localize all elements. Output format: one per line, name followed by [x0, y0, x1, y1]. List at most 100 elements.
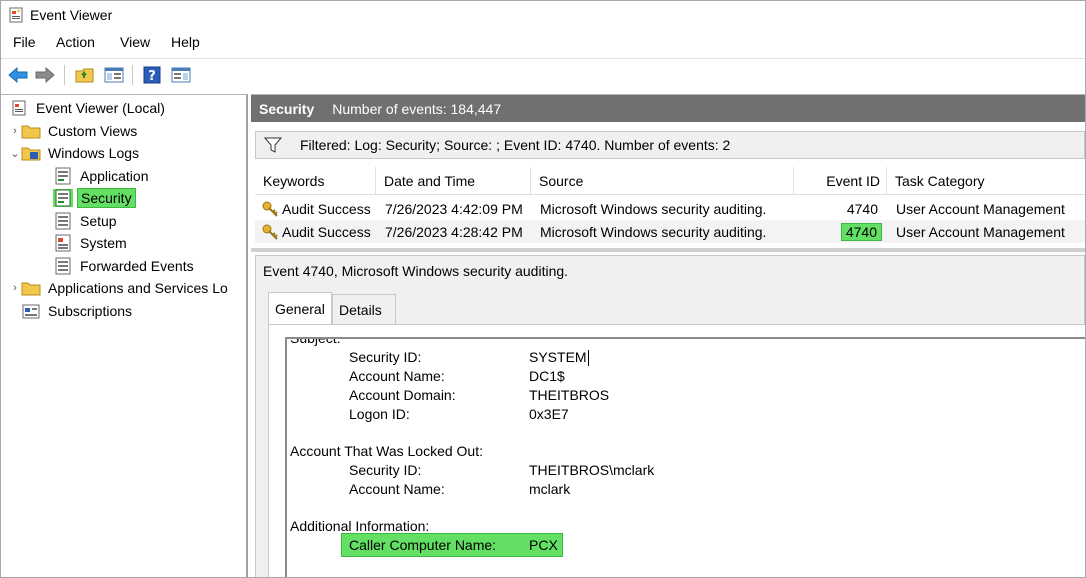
event-count: Number of events: 184,447 — [332, 100, 502, 117]
column-header-keywords[interactable]: Keywords — [255, 167, 376, 195]
show-tree-button[interactable] — [103, 64, 125, 86]
locked-out-label: Account That Was Locked Out: — [290, 443, 483, 459]
task-category-cell: User Account Management — [896, 201, 1065, 217]
text-caret — [587, 350, 589, 367]
detail-key: Security ID: — [349, 349, 422, 365]
key-icon — [262, 201, 278, 217]
filter-icon — [264, 137, 282, 153]
tree-item-apps-services[interactable]: › Applications and Services Lo — [9, 277, 231, 299]
menu-file[interactable]: File — [13, 34, 36, 50]
menu-help[interactable]: Help — [171, 34, 200, 50]
additional-info-label: Additional Information: — [290, 518, 430, 534]
forward-button[interactable] — [34, 64, 56, 86]
detail-value: THEITBROS\mclark — [529, 462, 655, 478]
up-folder-button[interactable] — [74, 64, 96, 86]
subject-label: Subject: — [290, 337, 341, 346]
key-icon — [262, 224, 278, 240]
detail-key: Logon ID: — [349, 406, 410, 422]
action-pane-icon — [171, 67, 191, 83]
column-header-task-category[interactable]: Task Category — [887, 167, 1085, 195]
results-pane: Security Number of events: 184,447 Filte… — [251, 94, 1085, 577]
folder-icon — [21, 122, 41, 140]
source-cell: Microsoft Windows security auditing. — [540, 201, 767, 217]
pane-splitter[interactable] — [251, 248, 1085, 252]
subscriptions-icon — [21, 302, 41, 320]
event-id-cell: 4740 — [794, 221, 882, 243]
event-description-text[interactable]: Subject: Security ID: SYSTEM Account Nam… — [285, 337, 1085, 577]
tab-details[interactable]: Details — [332, 294, 396, 324]
menu-action[interactable]: Action — [56, 34, 95, 50]
general-tab-body: Subject: Security ID: SYSTEM Account Nam… — [268, 324, 1085, 577]
column-header-date[interactable]: Date and Time — [376, 167, 531, 195]
tree-label-selected: Security — [77, 188, 136, 208]
detail-value: PCX — [529, 537, 558, 553]
log-security-icon — [53, 189, 73, 207]
event-viewer-icon — [9, 99, 29, 117]
open-folder-icon — [75, 68, 94, 83]
detail-key: Account Domain: — [349, 387, 456, 403]
filter-bar: Filtered: Log: Security; Source: ; Event… — [255, 131, 1085, 159]
tree-item-root[interactable]: Event Viewer (Local) — [9, 97, 168, 119]
tree-label: Subscriptions — [48, 303, 133, 319]
keywords-cell: Audit Success — [261, 221, 371, 243]
title-bar: Event Viewer — [1, 1, 1085, 29]
back-arrow-icon — [8, 67, 28, 83]
detail-value: SYSTEM — [529, 349, 589, 367]
tree-item-application[interactable]: Application — [53, 165, 152, 187]
detail-value: mclark — [529, 481, 571, 497]
log-setup-icon — [53, 212, 73, 230]
log-system-icon — [53, 234, 73, 252]
detail-key: Caller Computer Name: — [349, 537, 497, 553]
tree-item-setup[interactable]: Setup — [53, 210, 120, 232]
detail-key: Account Name: — [349, 481, 445, 497]
event-id-highlight: 4740 — [840, 223, 882, 241]
chevron-down-icon[interactable]: ⌄ — [9, 147, 21, 160]
log-application-icon — [53, 167, 73, 185]
tree-label: Application — [80, 168, 149, 184]
tree-label: Windows Logs — [48, 145, 140, 161]
console-tree-icon — [104, 67, 124, 83]
forward-arrow-icon — [35, 67, 55, 83]
help-icon: ? — [143, 66, 161, 84]
column-header-source[interactable]: Source — [531, 167, 794, 195]
detail-value: 0x3E7 — [529, 406, 569, 422]
log-forwarded-icon — [53, 257, 73, 275]
action-pane-button[interactable] — [170, 64, 192, 86]
menu-bar: File Action View Help — [1, 31, 1085, 55]
help-button[interactable]: ? — [141, 64, 163, 86]
detail-value: DC1$ — [529, 368, 565, 384]
tree-label: System — [80, 235, 127, 251]
event-detail-heading: Event 4740, Microsoft Windows security a… — [263, 263, 569, 279]
detail-value: THEITBROS — [529, 387, 610, 403]
windows-logs-folder-icon — [21, 144, 41, 162]
chevron-right-icon[interactable]: › — [9, 282, 21, 294]
detail-key: Account Name: — [349, 368, 445, 384]
tree-item-security[interactable]: Security — [53, 187, 136, 209]
date-cell: 7/26/2023 4:42:09 PM — [385, 201, 523, 217]
tree-item-subscriptions[interactable]: Subscriptions — [9, 300, 135, 322]
tree-label: Event Viewer (Local) — [36, 100, 165, 116]
task-category-cell: User Account Management — [896, 224, 1065, 240]
tree-label: Custom Views — [48, 123, 138, 139]
toolbar: ? — [1, 58, 1085, 90]
folder-icon — [21, 279, 41, 297]
filter-text: Filtered: Log: Security; Source: ; Event… — [300, 137, 731, 153]
tree-label: Forwarded Events — [80, 258, 194, 274]
console-tree: Event Viewer (Local) › Custom Views ⌄ Wi… — [1, 94, 248, 577]
tree-item-forwarded-events[interactable]: Forwarded Events — [53, 255, 197, 277]
events-table: Keywords Date and Time Source Event ID T… — [255, 167, 1085, 245]
menu-view[interactable]: View — [120, 34, 150, 50]
chevron-right-icon[interactable]: › — [9, 125, 21, 137]
window-title: Event Viewer — [30, 7, 113, 23]
detail-key: Security ID: — [349, 462, 422, 478]
keywords-cell: Audit Success — [261, 198, 371, 220]
back-button[interactable] — [7, 64, 29, 86]
tree-label: Setup — [80, 213, 117, 229]
tree-item-system[interactable]: System — [53, 232, 130, 254]
tree-item-windows-logs[interactable]: ⌄ Windows Logs — [9, 142, 142, 164]
tree-item-custom-views[interactable]: › Custom Views — [9, 120, 140, 142]
tab-general[interactable]: General — [268, 292, 332, 324]
toolbar-separator — [64, 65, 65, 85]
column-header-event-id[interactable]: Event ID — [794, 167, 887, 195]
svg-text:?: ? — [148, 69, 156, 84]
